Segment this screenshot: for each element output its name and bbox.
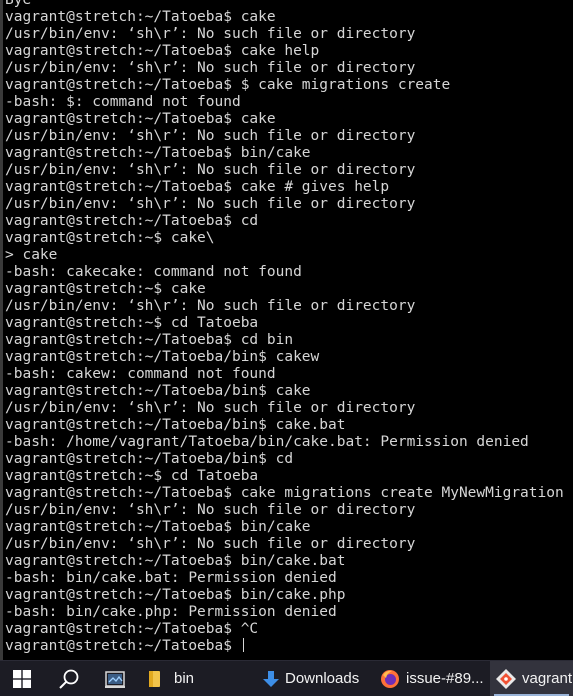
terminal-line: vagrant@stretch:~$ cd Tatoeba: [5, 315, 259, 331]
terminal-line: vagrant@stretch:~$ cake: [5, 281, 206, 297]
terminal-line: vagrant@stretch:~/Tatoeba/bin$ cd: [5, 451, 294, 467]
terminal-line: vagrant@stretch:~/Tatoeba/bin$ cake.bat: [5, 417, 346, 433]
git-bash-icon: [496, 668, 516, 689]
terminal-line: vagrant@stretch:~$ cd Tatoeba: [5, 468, 259, 484]
terminal-prompt-line[interactable]: vagrant@stretch:~/Tatoeba$: [5, 638, 573, 655]
taskbar: bin Downloads issue-#89... vagrant: [0, 660, 573, 696]
terminal-output[interactable]: Bye vagrant@stretch:~/Tatoeba$ cake/usr/b…: [5, 0, 573, 655]
terminal-line: -bash: cakecake: command not found: [5, 264, 302, 280]
terminal-line: /usr/bin/env: ‘sh\r’: No such file or di…: [5, 400, 416, 416]
terminal-line: vagrant@stretch:~/Tatoeba$ cake: [5, 9, 276, 25]
terminal-line: vagrant@stretch:~/Tatoeba/bin$ cakew: [5, 349, 320, 365]
terminal-line: > cake: [5, 247, 58, 263]
terminal-line: -bash: bin/cake.bat: Permission denied: [5, 570, 337, 586]
terminal-line: -bash: /home/vagrant/Tatoeba/bin/cake.ba…: [5, 434, 529, 450]
firefox-icon: [381, 669, 399, 688]
terminal-line: -bash: $: command not found: [5, 94, 241, 110]
taskbar-item-label: bin: [174, 670, 195, 687]
taskbar-item-downloads[interactable]: Downloads: [256, 661, 368, 696]
terminal-line: Bye: [5, 0, 32, 8]
start-button[interactable]: [0, 661, 44, 696]
taskbar-item-label: issue-#89...: [406, 670, 484, 687]
search-button[interactable]: [48, 661, 90, 696]
terminal-line: /usr/bin/env: ‘sh\r’: No such file or di…: [5, 60, 416, 76]
terminal-line: vagrant@stretch:~/Tatoeba$ bin/cake.php: [5, 587, 346, 603]
terminal-window[interactable]: Bye vagrant@stretch:~/Tatoeba$ cake/usr/b…: [0, 0, 573, 660]
task-view-icon: [105, 670, 125, 688]
task-view-button[interactable]: [94, 661, 138, 696]
terminal-line: vagrant@stretch:~/Tatoeba$ cd: [5, 213, 259, 229]
terminal-line: vagrant@stretch:~/Tatoeba$ cd bin: [5, 332, 294, 348]
terminal-line: vagrant@stretch:~/Tatoeba$ cake help: [5, 43, 320, 59]
taskbar-item-label: vagrant: [522, 670, 573, 687]
search-icon: [59, 669, 79, 689]
terminal-line: vagrant@stretch:~$ cake\: [5, 230, 215, 246]
terminal-line: vagrant@stretch:~/Tatoeba$ bin/cake: [5, 145, 311, 161]
terminal-line: /usr/bin/env: ‘sh\r’: No such file or di…: [5, 196, 416, 212]
folder-icon: [149, 670, 160, 687]
terminal-line: /usr/bin/env: ‘sh\r’: No such file or di…: [5, 26, 416, 42]
terminal-line: vagrant@stretch:~/Tatoeba$ $ cake migrat…: [5, 77, 451, 93]
windows-logo-icon: [13, 669, 31, 688]
terminal-line: /usr/bin/env: ‘sh\r’: No such file or di…: [5, 128, 416, 144]
terminal-line: vagrant@stretch:~/Tatoeba$ cake # gives …: [5, 179, 390, 195]
taskbar-item-firefox[interactable]: issue-#89...: [376, 661, 488, 696]
terminal-line: /usr/bin/env: ‘sh\r’: No such file or di…: [5, 162, 416, 178]
terminal-prompt: vagrant@stretch:~/Tatoeba$: [5, 638, 241, 654]
terminal-line: vagrant@stretch:~/Tatoeba$ bin/cake.bat: [5, 553, 346, 569]
terminal-line: vagrant@stretch:~/Tatoeba$ bin/cake: [5, 519, 311, 535]
terminal-line: /usr/bin/env: ‘sh\r’: No such file or di…: [5, 298, 416, 314]
terminal-line: vagrant@stretch:~/Tatoeba$ cake: [5, 111, 276, 127]
taskbar-item-label: Downloads: [285, 670, 360, 687]
taskbar-item-bin[interactable]: bin: [140, 661, 248, 696]
download-arrow-icon: [263, 670, 279, 687]
text-cursor: [242, 638, 244, 652]
terminal-line: vagrant@stretch:~/Tatoeba$ ^C: [5, 621, 259, 637]
terminal-line: vagrant@stretch:~/Tatoeba/bin$ cake: [5, 383, 311, 399]
taskbar-item-vagrant[interactable]: vagrant: [490, 661, 573, 696]
terminal-line: /usr/bin/env: ‘sh\r’: No such file or di…: [5, 502, 416, 518]
terminal-line: -bash: cakew: command not found: [5, 366, 276, 382]
terminal-line: /usr/bin/env: ‘sh\r’: No such file or di…: [5, 536, 416, 552]
terminal-line: vagrant@stretch:~/Tatoeba$ cake migratio…: [5, 485, 564, 501]
terminal-line: -bash: bin/cake.php: Permission denied: [5, 604, 337, 620]
window-left-border: [0, 0, 3, 660]
